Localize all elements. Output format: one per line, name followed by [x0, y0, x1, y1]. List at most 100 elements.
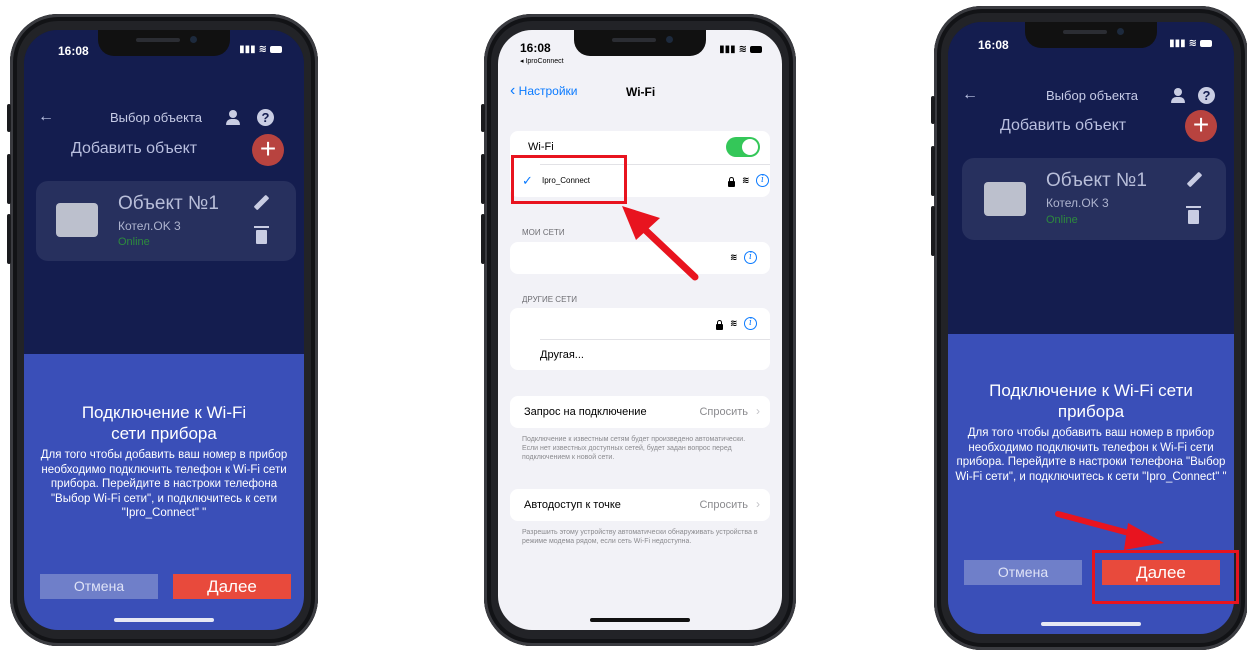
help-icon[interactable]: ?: [1198, 87, 1215, 104]
mute-switch: [481, 104, 485, 132]
ios-settings-screen: 16:08 ◂ IproConnect ▮▮▮ ≋ ‹ Настройки Wi…: [498, 30, 782, 630]
next-button[interactable]: Далее: [173, 574, 291, 599]
app-header: ← Выбор объекта ?: [24, 102, 304, 136]
status-time: 16:08: [58, 44, 89, 58]
phone-left: 16:08 ▮▮▮ ≋ ← Выбор объекта ? Добавить о…: [7, 14, 318, 646]
home-indicator[interactable]: [114, 618, 214, 622]
mute-switch: [931, 96, 935, 124]
status-time: 16:08: [520, 41, 551, 55]
app-screen-right: 16:08 ▮▮▮ ≋ ← Выбор объекта ? Добавить о…: [948, 22, 1234, 634]
object-status: Online: [1046, 214, 1078, 226]
wifi-dialog: Подключение к Wi-Fi сети прибора Для тог…: [24, 354, 304, 630]
user-icon[interactable]: [1170, 88, 1186, 104]
object-card[interactable]: Объект №1 Котел.OK 3 Online: [962, 158, 1226, 240]
volume-down-button: [931, 206, 935, 256]
wifi-toggle[interactable]: [726, 137, 760, 157]
divider: [540, 339, 770, 340]
edit-icon[interactable]: [253, 195, 269, 211]
home-indicator[interactable]: [1041, 622, 1141, 626]
wifi-status-icon: ≋: [258, 44, 267, 55]
dialog-text: Для того чтобы добавить ваш номер в приб…: [40, 449, 288, 519]
edit-icon[interactable]: [1186, 172, 1202, 188]
info-icon[interactable]: i: [756, 174, 769, 187]
lock-icon: [716, 320, 723, 330]
app-header: ← Выбор объекта ?: [948, 80, 1234, 114]
highlight-box-network: [511, 155, 627, 204]
object-name: Объект №1: [1046, 170, 1147, 191]
signal-icon: ▮▮▮: [719, 44, 736, 55]
back-arrow-icon[interactable]: ←: [962, 86, 978, 104]
mute-switch: [7, 104, 11, 132]
auto-hotspot-value: Спросить: [699, 499, 748, 511]
home-indicator[interactable]: [590, 618, 690, 622]
trash-icon[interactable]: [254, 226, 269, 244]
info-icon[interactable]: i: [744, 251, 757, 264]
add-object-button[interactable]: +: [1185, 110, 1217, 142]
dialog-title: Подключение к Wi-Fi сети прибора: [81, 403, 247, 443]
notch: [1025, 22, 1157, 48]
ask-join-note: Подключение к известным сетям будет прои…: [522, 436, 746, 461]
wifi-status-icon: ≋: [1188, 38, 1197, 49]
phone-middle: 16:08 ◂ IproConnect ▮▮▮ ≋ ‹ Настройки Wi…: [481, 14, 796, 646]
object-card[interactable]: Объект №1 Котел.OK 3 Online: [36, 181, 296, 261]
ask-join-label: Запрос на подключение: [524, 406, 647, 418]
dialog-title: Подключение к Wi-Fi сети прибора: [989, 381, 1193, 421]
object-status: Online: [118, 236, 150, 248]
add-object-label: Добавить объект: [71, 140, 198, 157]
wifi-signal-icon: ≋: [742, 175, 750, 185]
object-name: Объект №1: [118, 193, 219, 214]
user-icon[interactable]: [225, 110, 241, 126]
signal-icon: ▮▮▮: [239, 44, 256, 55]
add-object-button[interactable]: +: [252, 134, 284, 166]
auto-hotspot-row[interactable]: Автодоступ к точке Спросить ›: [510, 489, 770, 521]
back-label: Настройки: [518, 84, 578, 98]
wifi-label: Wi-Fi: [528, 141, 554, 153]
auto-hotspot-label: Автодоступ к точке: [524, 499, 621, 511]
chevron-left-icon: ‹: [510, 82, 516, 99]
arrow-pointer-next: [1055, 511, 1164, 550]
my-networks-group: ≋ i: [510, 242, 770, 274]
app-screen-left: 16:08 ▮▮▮ ≋ ← Выбор объекта ? Добавить о…: [24, 30, 304, 630]
back-arrow-icon[interactable]: ←: [38, 108, 54, 126]
volume-down-button: [481, 214, 485, 264]
nav-title: Wi-Fi: [626, 85, 656, 99]
object-model: Котел.OK 3: [118, 219, 181, 233]
signal-icon: ▮▮▮: [1169, 38, 1186, 49]
other-networks-group: ≋ i Другая...: [510, 308, 770, 370]
settings-back-button[interactable]: ‹ Настройки: [510, 82, 578, 100]
ask-join-value: Спросить: [699, 406, 748, 418]
cancel-button[interactable]: Отмена: [964, 560, 1082, 585]
chevron-right-icon: ›: [756, 404, 760, 418]
device-image: [984, 182, 1026, 216]
status-icons: ▮▮▮ ≋: [719, 44, 762, 55]
cancel-button[interactable]: Отмена: [40, 574, 158, 599]
dialog-text: Для того чтобы добавить ваш номер в приб…: [955, 427, 1227, 483]
volume-up-button: [931, 146, 935, 196]
volume-down-button: [7, 214, 11, 264]
status-icons: ▮▮▮ ≋: [239, 44, 282, 55]
object-model: Котел.OK 3: [1046, 196, 1109, 210]
back-to-app-link[interactable]: ◂ IproConnect: [520, 57, 564, 65]
trash-icon[interactable]: [1186, 206, 1201, 224]
help-icon[interactable]: ?: [257, 109, 274, 126]
battery-icon: [270, 46, 282, 53]
status-icons: ▮▮▮ ≋: [1169, 38, 1212, 49]
notch: [98, 30, 230, 56]
battery-icon: [750, 46, 762, 53]
page-title: Выбор объекта: [1046, 88, 1139, 103]
device-image: [56, 203, 98, 237]
lock-icon: [728, 177, 735, 187]
my-networks-header: МОИ СЕТИ: [522, 228, 565, 237]
wifi-status-icon: ≋: [738, 44, 747, 55]
volume-up-button: [7, 154, 11, 204]
info-icon[interactable]: i: [744, 317, 757, 330]
auto-hotspot-note: Разрешить этому устройству автоматически…: [522, 529, 758, 545]
chevron-right-icon: ›: [756, 497, 760, 511]
highlight-box-next: [1092, 550, 1239, 604]
other-network-row[interactable]: Другая...: [540, 349, 584, 361]
ask-join-row[interactable]: Запрос на подключение Спросить ›: [510, 396, 770, 428]
volume-up-button: [481, 154, 485, 204]
status-time: 16:08: [978, 38, 1009, 52]
wifi-signal-icon: ≋: [730, 318, 738, 328]
other-networks-header: ДРУГИЕ СЕТИ: [522, 295, 578, 304]
